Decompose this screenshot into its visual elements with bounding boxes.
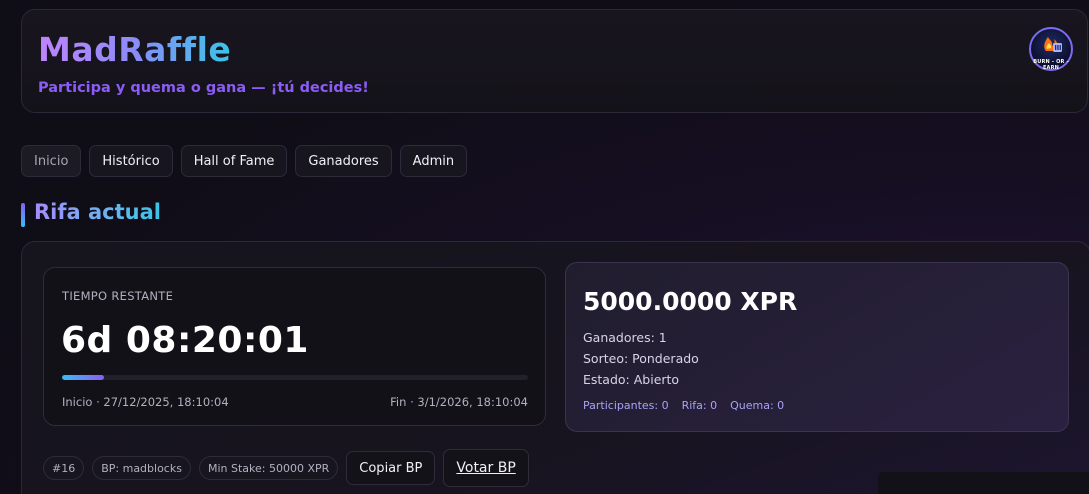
copy-bp-button[interactable]: Copiar BP [346, 451, 436, 485]
app-title: MadRaffle [38, 30, 232, 69]
nav-item-hall-of-fame[interactable]: Hall of Fame [180, 145, 288, 177]
min-stake-badge: Min Stake: 50000 XPR [198, 456, 339, 480]
end-date: Fin · 3/1/2026, 18:10:04 [390, 395, 528, 409]
prize-amount: 5000.0000 XPR [583, 287, 798, 316]
countdown-label: TIEMPO RESTANTE [62, 289, 174, 303]
time-progress-fill [62, 375, 104, 380]
nav-item-inicio[interactable]: Inicio [21, 145, 82, 177]
section-accent-bar [21, 203, 25, 227]
vote-bp-button[interactable]: Votar BP [443, 449, 529, 487]
participants-stat: Participantes: 0 [583, 399, 669, 412]
section-title: Rifa actual [34, 200, 161, 224]
countdown-value: 6d 08:20:01 [61, 320, 309, 361]
overlay-panel-edge [878, 472, 1089, 494]
main-nav: Inicio Histórico Hall of Fame Ganadores … [21, 145, 468, 177]
raffle-id-badge: #16 [43, 456, 85, 480]
nav-item-historico[interactable]: Histórico [89, 145, 173, 177]
nav-item-admin[interactable]: Admin [399, 145, 468, 177]
raffle-status: Estado: Abierto [583, 372, 680, 387]
winners-count: Ganadores: 1 [583, 330, 667, 345]
app-subtitle: Participa y quema o gana — ¡tú decides! [38, 80, 369, 96]
bp-badge: BP: madblocks [92, 456, 191, 480]
raffle-meta-row: #16 BP: madblocks Min Stake: 50000 XPR C… [43, 449, 529, 487]
draw-type: Sorteo: Ponderado [583, 351, 699, 366]
burn-stat: Quema: 0 [730, 399, 785, 412]
time-progress-bar [62, 375, 528, 380]
countdown-panel: TIEMPO RESTANTE 6d 08:20:01 Inicio · 27/… [43, 267, 546, 426]
logo-text: BURN - OR - EARN [1033, 59, 1069, 71]
raffle-card: TIEMPO RESTANTE 6d 08:20:01 Inicio · 27/… [21, 241, 1089, 494]
prize-panel: 5000.0000 XPR Ganadores: 1 Sorteo: Ponde… [565, 262, 1069, 432]
flame-coin-icon: BURN - OR - EARN [1029, 27, 1073, 71]
nav-item-ganadores[interactable]: Ganadores [295, 145, 392, 177]
start-date: Inicio · 27/12/2025, 18:10:04 [62, 395, 229, 409]
app-header: MadRaffle Participa y quema o gana — ¡tú… [21, 9, 1088, 113]
raffle-stats: Participantes: 0 Rifa: 0 Quema: 0 [583, 399, 784, 412]
raffle-stat: Rifa: 0 [681, 399, 718, 412]
